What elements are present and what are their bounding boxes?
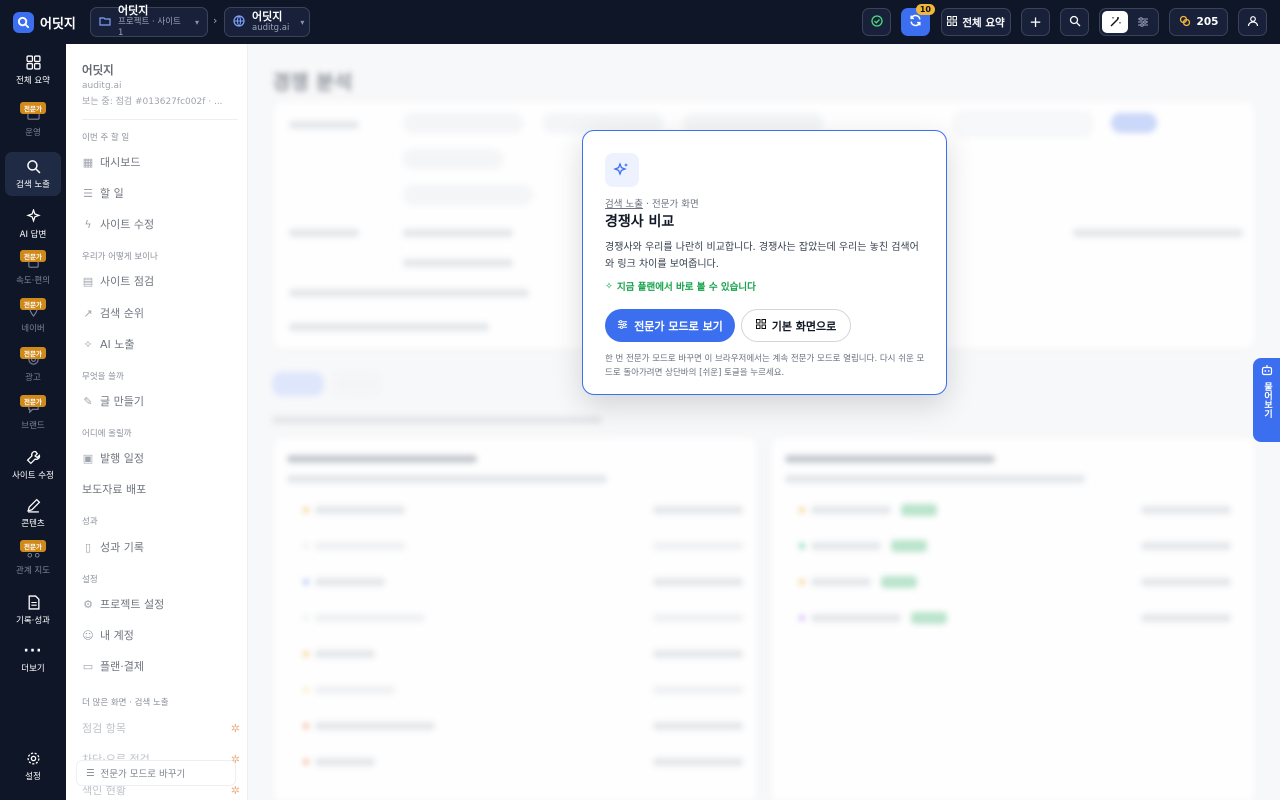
sidebar-label: 콘텐츠 xyxy=(21,518,45,529)
sidebar-label: 속도·편의 xyxy=(16,275,50,286)
expert-badge: 전문가 xyxy=(20,347,46,359)
expert-badge: 전문가 xyxy=(20,298,46,310)
user-icon xyxy=(1247,15,1259,30)
expert-mode-dialog: 검색 노출 · 전문가 화면 경쟁사 비교 경쟁사와 우리를 나란히 비교합니다… xyxy=(582,130,947,395)
dialog-breadcrumb-section: 검색 노출 xyxy=(605,199,643,210)
overview-label: 전체 요약 xyxy=(962,16,1005,29)
site-domain: auditg.ai xyxy=(252,22,290,33)
sidebar-label: 검색 노출 xyxy=(16,179,50,190)
sidebar-item-more[interactable]: ··· 더보기 xyxy=(5,636,61,680)
sidebar-label: 관계 지도 xyxy=(16,565,50,576)
add-button[interactable]: + xyxy=(1021,8,1050,36)
doc-icon xyxy=(25,595,41,611)
project-name: 어딧지 xyxy=(118,4,149,17)
dialog-description: 경쟁사와 우리를 나란히 비교합니다. 경쟁사는 잡았는데 우리는 놓친 검색어… xyxy=(605,242,919,270)
chevron-down-icon: ▾ xyxy=(194,17,199,27)
robot-icon xyxy=(1261,364,1273,380)
sidebar-label: 운영 xyxy=(25,127,41,138)
credits-count: 205 xyxy=(1196,16,1219,28)
sidebar-label: 전체 요약 xyxy=(16,75,50,86)
refresh-button[interactable]: 10 xyxy=(901,4,935,36)
app-logo[interactable]: 어딧지 xyxy=(13,11,76,33)
sidebar-label: 기록·성과 xyxy=(16,615,50,626)
sidebar-item-site-fix[interactable]: 사이트 수정 xyxy=(5,443,61,487)
expert-badge: 전문가 xyxy=(20,102,46,114)
ask-label: 물어보기 xyxy=(1262,382,1272,418)
top-bar: 어딧지 어딧지 프로젝트 · 사이트 1 ▾ › 어딧지 auditg.ai ▾… xyxy=(0,0,1280,44)
grid-icon xyxy=(947,15,958,29)
sidebar-label: 설정 xyxy=(25,771,41,782)
refresh-icon xyxy=(909,14,922,30)
sparkle-icon: ✧ xyxy=(605,280,613,292)
sparkle-icon xyxy=(25,209,41,225)
plan-availability-note: ✧ 지금 플랜에서 바로 볼 수 있습니다 xyxy=(605,279,756,294)
sidebar-item-records[interactable]: 기록·성과 xyxy=(5,588,61,632)
grid-icon xyxy=(25,55,41,71)
primary-button-label: 전문가 모드로 보기 xyxy=(634,319,723,333)
breadcrumb-separator: › xyxy=(213,14,218,27)
sidebar-item-ads[interactable]: 전문가 광고 xyxy=(5,345,61,389)
sidebar-label: 브랜드 xyxy=(21,420,45,431)
account-button[interactable] xyxy=(1238,8,1267,36)
globe-icon xyxy=(233,14,245,30)
sidebar-item-ai-answer[interactable]: AI 답변 xyxy=(5,202,61,246)
sidebar-label: 네이버 xyxy=(21,323,45,334)
sidebar-item-naver[interactable]: 전문가 네이버 xyxy=(5,296,61,340)
site-name: 어딧지 xyxy=(252,9,283,23)
dialog-breadcrumb: 검색 노출 · 전문가 화면 xyxy=(605,196,699,210)
site-switcher[interactable]: 어딧지 auditg.ai ▾ xyxy=(224,7,310,37)
project-switcher[interactable]: 어딧지 프로젝트 · 사이트 1 ▾ xyxy=(90,4,208,38)
sidebar-item-content[interactable]: 콘텐츠 xyxy=(5,491,61,535)
grid-icon xyxy=(755,319,766,332)
check-circle-icon xyxy=(870,14,883,30)
view-expert-mode-button[interactable]: 전문가 모드로 보기 xyxy=(605,309,735,342)
dialog-footnote: 한 번 전문가 모드로 바꾸면 이 브라우저에서는 계속 전문가 모드로 열립니… xyxy=(605,354,925,378)
sidebar-label: 사이트 수정 xyxy=(12,470,54,481)
wrench-icon xyxy=(25,450,41,466)
magic-wand-icon[interactable] xyxy=(1102,11,1128,33)
coins-icon xyxy=(1179,15,1191,30)
dialog-breadcrumb-view: · 전문가 화면 xyxy=(646,199,699,210)
plan-note-text: 지금 플랜에서 바로 볼 수 있습니다 xyxy=(616,282,756,293)
more-icon: ··· xyxy=(23,642,43,659)
sidebar-item-settings[interactable]: 설정 xyxy=(5,744,61,788)
search-icon xyxy=(1069,15,1081,30)
sidebar-item-operations[interactable]: 전문가 운영 xyxy=(5,100,61,144)
secondary-button-label: 기본 화면으로 xyxy=(771,319,837,333)
icon-sidebar: 전체 요약 전문가 운영 검색 노출 AI 답변 전문가 속도·편의 전문가 네… xyxy=(0,44,66,800)
sidebar-label: AI 답변 xyxy=(19,229,47,240)
status-check-button[interactable] xyxy=(862,8,891,36)
logo-icon xyxy=(13,11,34,33)
expert-badge: 전문가 xyxy=(20,395,46,407)
expert-badge: 전문가 xyxy=(20,540,46,552)
credits-button[interactable]: 205 xyxy=(1169,8,1228,36)
sidebar-item-speed[interactable]: 전문가 속도·편의 xyxy=(5,248,61,292)
sidebar-item-brand[interactable]: 전문가 브랜드 xyxy=(5,393,61,437)
app-name: 어딧지 xyxy=(40,16,76,32)
expert-badge: 전문가 xyxy=(20,250,46,262)
notification-badge: 10 xyxy=(915,4,935,15)
search-icon xyxy=(25,159,41,175)
sliders-icon[interactable] xyxy=(1130,11,1156,33)
pen-icon xyxy=(25,498,41,514)
project-sub: 프로젝트 · 사이트 1 xyxy=(118,17,181,38)
sidebar-label: 더보기 xyxy=(21,663,45,674)
sliders-icon xyxy=(617,319,628,333)
search-button[interactable] xyxy=(1060,8,1089,36)
sparkle-icon xyxy=(605,153,639,187)
dialog-title: 경쟁사 비교 xyxy=(605,214,675,230)
sidebar-item-relation-map[interactable]: 전문가 관계 지도 xyxy=(5,538,61,582)
mode-toggle[interactable] xyxy=(1099,8,1159,36)
gear-icon xyxy=(25,751,41,767)
basic-view-button[interactable]: 기본 화면으로 xyxy=(741,309,851,342)
sidebar-item-overview[interactable]: 전체 요약 xyxy=(5,48,61,92)
folder-icon xyxy=(99,15,111,30)
chevron-down-icon: ▾ xyxy=(300,17,305,27)
plus-icon: + xyxy=(1029,13,1042,31)
overview-button[interactable]: 전체 요약 xyxy=(941,8,1011,36)
sidebar-item-search-exposure[interactable]: 검색 노출 xyxy=(5,152,61,196)
ask-side-tab[interactable]: 물어보기 xyxy=(1253,358,1280,442)
sidebar-label: 광고 xyxy=(25,372,41,383)
